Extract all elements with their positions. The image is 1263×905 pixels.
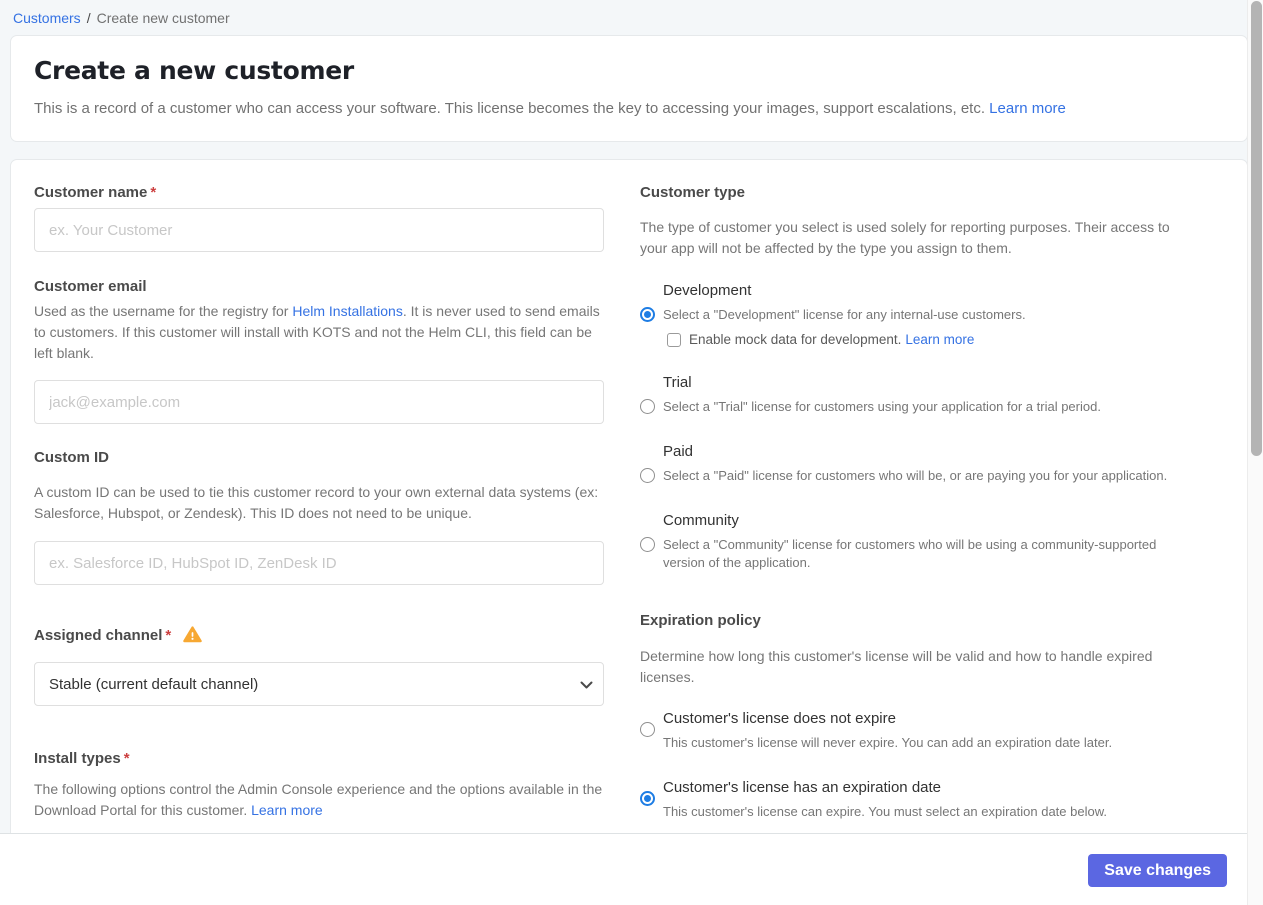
option-title: Development [663,282,752,299]
expiration-option-has-expiration: Customer's license has an expiration dat… [640,778,1195,821]
option-description: Select a "Development" license for any i… [663,307,1026,322]
breadcrumb: Customers / Create new customer [0,0,1263,26]
customer-name-input[interactable] [34,208,604,252]
enable-mock-data-checkbox[interactable] [667,332,681,347]
customer-type-option-trial: Trial Select a "Trial" license for custo… [640,373,1195,416]
option-description: Select a "Paid" license for customers wh… [663,468,1168,483]
install-types-description: The following options control the Admin … [34,781,603,818]
radio-trial[interactable] [640,399,655,414]
customer-name-label: Customer name * [34,184,157,201]
create-customer-form: Customer name* Customer email Used as th… [10,159,1248,905]
custom-id-input[interactable] [34,541,604,585]
helm-installations-link[interactable]: Helm Installations [292,303,403,319]
option-description: This customer's license can expire. You … [663,804,1107,819]
page-description: This is a record of a customer who can a… [34,100,1224,117]
warning-triangle-icon [183,626,203,648]
radio-community[interactable] [640,537,655,552]
assigned-channel-label: Assigned channel * [34,626,604,648]
radio-license-does-not-expire[interactable] [640,722,655,737]
scrollbar-thumb[interactable] [1251,1,1262,456]
option-description: This customer's license will never expir… [663,735,1113,750]
install-types-label: Install types * [34,750,130,767]
option-description: Select a "Community" license for custome… [663,537,1157,570]
customer-email-label: Customer email [34,278,147,295]
footer-bar: Save changes [0,833,1247,905]
option-title: Trial [663,374,692,391]
header-learn-more-link[interactable]: Learn more [989,100,1066,117]
option-title: Paid [663,443,694,460]
customer-type-heading: Customer type [640,184,746,201]
customer-type-option-development: Development Select a "Development" licen… [640,281,1195,347]
required-asterisk: * [150,184,157,201]
customer-email-input[interactable] [34,380,604,424]
option-title: Customer's license has an expiration dat… [663,779,942,796]
assigned-channel-select[interactable]: Stable (current default channel) [34,662,604,706]
custom-id-label: Custom ID [34,449,109,466]
mock-data-label: Enable mock data for development. [689,332,902,347]
radio-paid[interactable] [640,468,655,483]
breadcrumb-separator: / [86,10,91,26]
header-card: Create a new customer This is a record o… [10,35,1248,142]
save-changes-button[interactable]: Save changes [1088,854,1227,887]
required-asterisk: * [123,750,130,767]
option-title: Customer's license does not expire [663,710,896,727]
breadcrumb-current: Create new customer [96,10,230,26]
page-title: Create a new customer [34,56,354,85]
customer-type-option-paid: Paid Select a "Paid" license for custome… [640,442,1195,485]
radio-license-has-expiration-date[interactable] [640,791,655,806]
mock-data-row: Enable mock data for development. Learn … [667,332,1195,347]
required-asterisk: * [165,627,172,644]
install-types-learn-more-link[interactable]: Learn more [251,802,323,818]
expiration-option-no-expire: Customer's license does not expire This … [640,709,1195,752]
mock-data-learn-more-link[interactable]: Learn more [905,332,974,347]
radio-development[interactable] [640,307,655,322]
form-left-column: Customer name* Customer email Used as th… [34,184,604,821]
option-title: Community [663,512,739,529]
expiration-policy-heading: Expiration policy [640,612,761,629]
breadcrumb-customers-link[interactable]: Customers [13,10,81,26]
form-right-column: Customer type The type of customer you s… [640,184,1195,821]
customer-email-description: Used as the username for the registry fo… [34,303,600,361]
scrollbar-track[interactable] [1247,0,1263,905]
customer-type-description: The type of customer you select is used … [640,219,1170,256]
customer-type-option-community: Community Select a "Community" license f… [640,511,1195,572]
custom-id-description: A custom ID can be used to tie this cust… [34,484,599,521]
expiration-policy-description: Determine how long this customer's licen… [640,648,1153,685]
page-description-text: This is a record of a customer who can a… [34,100,985,117]
option-description: Select a "Trial" license for customers u… [663,399,1101,414]
